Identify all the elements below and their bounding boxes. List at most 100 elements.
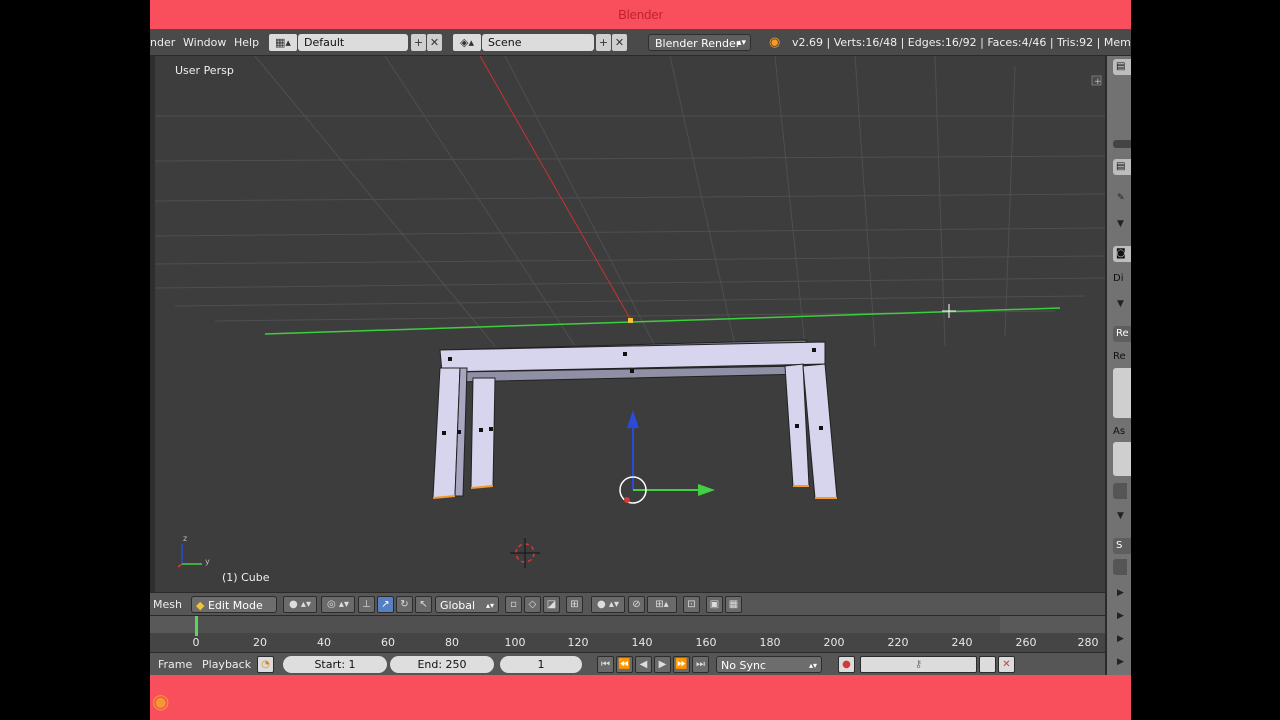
record-icon[interactable]: ● — [838, 656, 855, 673]
checkbox[interactable] — [1113, 483, 1127, 499]
orientation-value: Global — [440, 599, 476, 612]
delete-keyframe-icon[interactable]: ✕ — [998, 656, 1015, 673]
collapse-triangle-icon-2[interactable]: ▼ — [1117, 299, 1124, 309]
tick-label: 220 — [887, 636, 909, 649]
os-taskbar: ◉ — [150, 675, 1131, 720]
rotate-manipulator-icon[interactable]: ↻ — [396, 596, 413, 613]
menu-render[interactable]: nder — [150, 36, 175, 49]
timeline-bar — [150, 616, 1105, 633]
mode-dropdown[interactable]: ◆ Edit Mode ▴▾ — [191, 596, 277, 628]
timeline[interactable]: 0 20 40 60 80 100 120 140 160 180 200 22… — [150, 615, 1105, 652]
3d-cursor-icon[interactable] — [510, 538, 540, 568]
3d-viewport[interactable]: z y + User Persp (1) Cube — [155, 56, 1105, 592]
jump-keyframe-back-icon[interactable]: ⏪ — [616, 656, 633, 673]
insert-keyframe-icon[interactable]: ⚷ — [979, 656, 996, 673]
jump-keyframe-forward-icon[interactable]: ⏩ — [673, 656, 690, 673]
tick-label: 20 — [253, 636, 267, 649]
manipulator-toggle-icon[interactable]: ⊥ — [358, 596, 375, 613]
sidepanel-button-re[interactable]: Re — [1113, 326, 1131, 342]
add-scene-icon[interactable]: + — [596, 34, 611, 51]
viewport-split-icon[interactable]: + — [1091, 75, 1102, 87]
vertex-select-icon[interactable]: ▫ — [505, 596, 522, 613]
orientation-dropdown[interactable]: Global ▴▾ — [435, 596, 499, 613]
jump-start-icon[interactable]: ⏮ — [597, 656, 614, 673]
menu-window[interactable]: Window — [183, 36, 226, 49]
expand-triangle-icon-2[interactable]: ▶ — [1117, 611, 1124, 621]
jump-end-icon[interactable]: ⏭ — [692, 656, 709, 673]
checkbox-2[interactable] — [1113, 559, 1127, 575]
floor-grid — [155, 56, 1105, 347]
translate-manipulator-icon[interactable]: ↗ — [377, 596, 394, 613]
current-frame-field[interactable]: 1 — [500, 656, 582, 673]
transform-manipulator[interactable] — [619, 410, 715, 504]
sync-value: No Sync — [721, 659, 766, 672]
pivot-point-icon[interactable]: ◎ ▴▾ — [321, 596, 355, 613]
info-header: nder Window Help ▦▴ Default + ✕ ◈▴ Scene… — [150, 29, 1131, 56]
collapse-triangle-icon[interactable]: ▼ — [1117, 219, 1124, 229]
blender-taskbar-icon[interactable]: ◉ — [152, 689, 169, 713]
remove-layout-icon[interactable]: ✕ — [427, 34, 442, 51]
expand-triangle-icon-3[interactable]: ▶ — [1117, 634, 1124, 644]
face-select-icon[interactable]: ◪ — [543, 596, 560, 613]
tick-label: 200 — [823, 636, 845, 649]
expand-triangle-icon-4[interactable]: ▶ — [1117, 657, 1124, 667]
opengl-render-icon[interactable]: ▣ — [706, 596, 723, 613]
tick-label: 120 — [567, 636, 589, 649]
sidepanel-label-s: S — [1116, 540, 1123, 551]
render-engine-value: Blender Render — [655, 37, 741, 50]
tick-label: 160 — [695, 636, 717, 649]
sidepanel-label-as: As — [1113, 426, 1126, 437]
render-still-icon[interactable]: ⊡ — [683, 596, 700, 613]
viewport-scene: z y + — [155, 56, 1105, 568]
sidepanel-button-s[interactable]: S — [1113, 538, 1131, 554]
y-axis-line — [264, 307, 1061, 335]
menu-help[interactable]: Help — [234, 36, 259, 49]
proportional-editing-icon[interactable]: ● ▴▾ — [591, 596, 625, 613]
add-layout-icon[interactable]: + — [411, 34, 426, 51]
scene-value: Scene — [488, 36, 522, 49]
collapse-triangle-icon-3[interactable]: ▼ — [1117, 511, 1124, 521]
mode-value: Edit Mode — [207, 599, 263, 612]
remove-scene-icon[interactable]: ✕ — [612, 34, 627, 51]
svg-text:y: y — [205, 557, 210, 566]
snap-toggle-icon[interactable]: ⊘ — [628, 596, 645, 613]
preview-range-icon[interactable]: ◔ — [257, 656, 274, 673]
dropdown-arrows-icon-2: ▴▾ — [485, 601, 494, 610]
blender-window: Blender nder Window Help ▦▴ Default + ✕ … — [150, 0, 1131, 720]
edit-mode-icon: ◆ — [196, 599, 205, 612]
scene-field[interactable]: Scene — [482, 34, 594, 51]
pin-icon[interactable]: ✎ — [1117, 193, 1125, 203]
svg-text:z: z — [183, 534, 187, 543]
properties-type-icon[interactable]: ▤ — [1113, 159, 1131, 175]
timeline-playhead[interactable] — [195, 616, 198, 636]
start-frame-field[interactable]: Start: 1 — [283, 656, 387, 673]
tick-label: 60 — [381, 636, 395, 649]
limit-selection-icon[interactable]: ⊞ — [566, 596, 583, 613]
tick-label: 260 — [1015, 636, 1037, 649]
resolution-fields[interactable] — [1113, 368, 1131, 418]
playback-menu[interactable]: Playback — [202, 658, 251, 671]
frame-menu[interactable]: Frame — [158, 658, 192, 671]
opengl-animation-icon[interactable]: ▦ — [725, 596, 742, 613]
layout-selector-icon[interactable]: ▦▴ — [269, 34, 297, 51]
scale-manipulator-icon[interactable]: ↖ — [415, 596, 432, 613]
render-engine-dropdown[interactable]: Blender Render ▴▾ — [648, 34, 751, 51]
snap-element-icon[interactable]: ⊞▴ — [647, 596, 677, 613]
properties-editor-icon[interactable]: ▤ — [1113, 59, 1131, 75]
keying-set-field[interactable]: ⚷ — [860, 656, 977, 673]
layout-field[interactable]: Default — [298, 34, 408, 51]
play-reverse-icon[interactable]: ◀ — [635, 656, 652, 673]
current-frame-value: 1 — [537, 658, 545, 671]
scene-selector-icon[interactable]: ◈▴ — [453, 34, 481, 51]
panel-divider — [1113, 140, 1131, 148]
mesh-menu[interactable]: Mesh — [153, 598, 182, 611]
edge-select-icon[interactable]: ◇ — [524, 596, 541, 613]
viewport-shading-icon[interactable]: ● ▴▾ — [283, 596, 317, 613]
end-frame-field[interactable]: End: 250 — [390, 656, 494, 673]
expand-triangle-icon[interactable]: ▶ — [1117, 588, 1124, 598]
sync-dropdown[interactable]: No Sync ▴▾ — [716, 656, 822, 673]
aspect-fields[interactable] — [1113, 442, 1131, 476]
render-tab-icon[interactable]: ◙ — [1113, 246, 1131, 262]
play-icon[interactable]: ▶ — [654, 656, 671, 673]
properties-panel[interactable]: ▤ ▤ ✎ ▼ ◙ Di ▼ Re Re As ▼ S ▶ ▶ ▶ ▶ — [1105, 56, 1131, 675]
